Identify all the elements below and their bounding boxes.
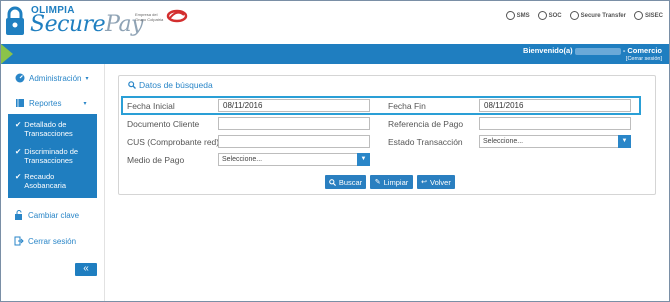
header: OLIMPIA SecurePay Empresa del Grupo Colp… (1, 1, 669, 44)
check-icon: ✔ (15, 172, 22, 181)
medio-pago-select[interactable]: Seleccione... ▼ (218, 153, 370, 166)
check-icon: ✔ (15, 147, 22, 156)
caret-down-icon: ▾ (83, 100, 87, 107)
chevron-down-icon[interactable]: ▼ (357, 153, 370, 166)
logout-link[interactable]: [Cerrar sesión] (626, 56, 662, 62)
certifications: SMS SOC Secure Transfer SISEC (505, 11, 663, 20)
cus-label: CUS (Comprobante red) (127, 137, 220, 147)
soc-cert-icon (537, 11, 547, 20)
sign-out-icon (14, 236, 24, 246)
fecha-inicial-label: Fecha Inicial (127, 101, 175, 111)
cert-sms: SMS (505, 11, 530, 20)
volver-button[interactable]: ↩ Volver (417, 175, 455, 189)
check-icon: ✔ (15, 120, 22, 129)
panel-title: Datos de búsqueda (128, 80, 213, 90)
estado-select-value: Seleccione... (483, 138, 524, 145)
reportes-submenu: ✔ Detallado de Transacciones ✔ Discriminad… (8, 114, 97, 198)
caret-down-icon: ▾ (85, 75, 89, 82)
referencia-pago-input[interactable] (479, 117, 631, 130)
buscar-label: Buscar (338, 177, 363, 187)
volver-label: Volver (430, 177, 451, 187)
nav-administracion-label: Administración (29, 73, 82, 83)
buscar-button[interactable]: Buscar (325, 175, 366, 189)
submenu-detallado[interactable]: ✔ Detallado de Transacciones (15, 120, 84, 138)
undo-icon: ↩ (421, 179, 427, 186)
cus-input[interactable] (218, 135, 370, 148)
cambiar-clave-label: Cambiar clave (28, 210, 80, 220)
submenu-discriminado[interactable]: ✔ Discriminado de Transacciones (15, 147, 94, 165)
limpiar-button[interactable]: ✎ Limpiar (370, 175, 413, 189)
eraser-icon: ✎ (374, 179, 381, 186)
referencia-pago-label: Referencia de Pago (388, 119, 464, 129)
welcome-text: Bienvenido(a) - Comercio (523, 46, 662, 55)
nav-administracion[interactable]: Administración ▾ (15, 73, 88, 83)
documento-cliente-label: Documento Cliente (127, 119, 200, 129)
bar-accent-icon (1, 44, 13, 64)
unlock-icon (15, 210, 22, 220)
fecha-inicial-input[interactable]: 08/11/2016 (218, 99, 370, 112)
book-icon (16, 99, 24, 107)
brand-logo: SecurePay (30, 12, 143, 37)
chevron-down-icon[interactable]: ▼ (618, 135, 631, 148)
nav-reportes-label: Reportes (29, 98, 62, 108)
nav-cerrar-sesion[interactable]: Cerrar sesión (14, 236, 76, 246)
estado-transaccion-select[interactable]: Seleccione... ▼ (479, 135, 631, 148)
panel-title-text: Datos de búsqueda (139, 80, 213, 90)
nav-cambiar-clave[interactable]: Cambiar clave (14, 210, 79, 220)
colpatria-logo-icon (166, 9, 188, 23)
search-icon (128, 81, 136, 89)
search-icon (329, 178, 336, 186)
lock-logo-icon (6, 6, 24, 35)
documento-cliente-input[interactable] (218, 117, 370, 130)
estado-transaccion-label: Estado Transacción (388, 137, 463, 147)
cert-soc: SOC (537, 11, 562, 20)
medio-pago-label: Medio de Pago (127, 155, 185, 165)
submenu-recaudo[interactable]: ✔ Recaudo Asobancaria (15, 172, 84, 190)
limpiar-label: Limpiar (383, 177, 409, 187)
username-redacted (574, 47, 621, 55)
fecha-fin-input[interactable]: 08/11/2016 (479, 99, 631, 112)
cert-secure-transfer: Secure Transfer (569, 11, 626, 20)
dashboard-icon (15, 73, 25, 83)
collapse-sidebar-button[interactable]: « (75, 263, 97, 276)
medio-select-value: Seleccione... (222, 156, 263, 163)
sms-cert-icon (505, 11, 515, 20)
cerrar-sesion-label: Cerrar sesión (28, 236, 77, 246)
secure-transfer-icon (569, 11, 579, 20)
cert-sisec: SISEC (633, 11, 663, 20)
sisec-icon (633, 11, 643, 20)
group-text: Empresa del Grupo Colpatria (135, 12, 164, 22)
fecha-fin-label: Fecha Fin (388, 101, 426, 111)
nav-reportes[interactable]: Reportes ▾ (15, 98, 86, 108)
